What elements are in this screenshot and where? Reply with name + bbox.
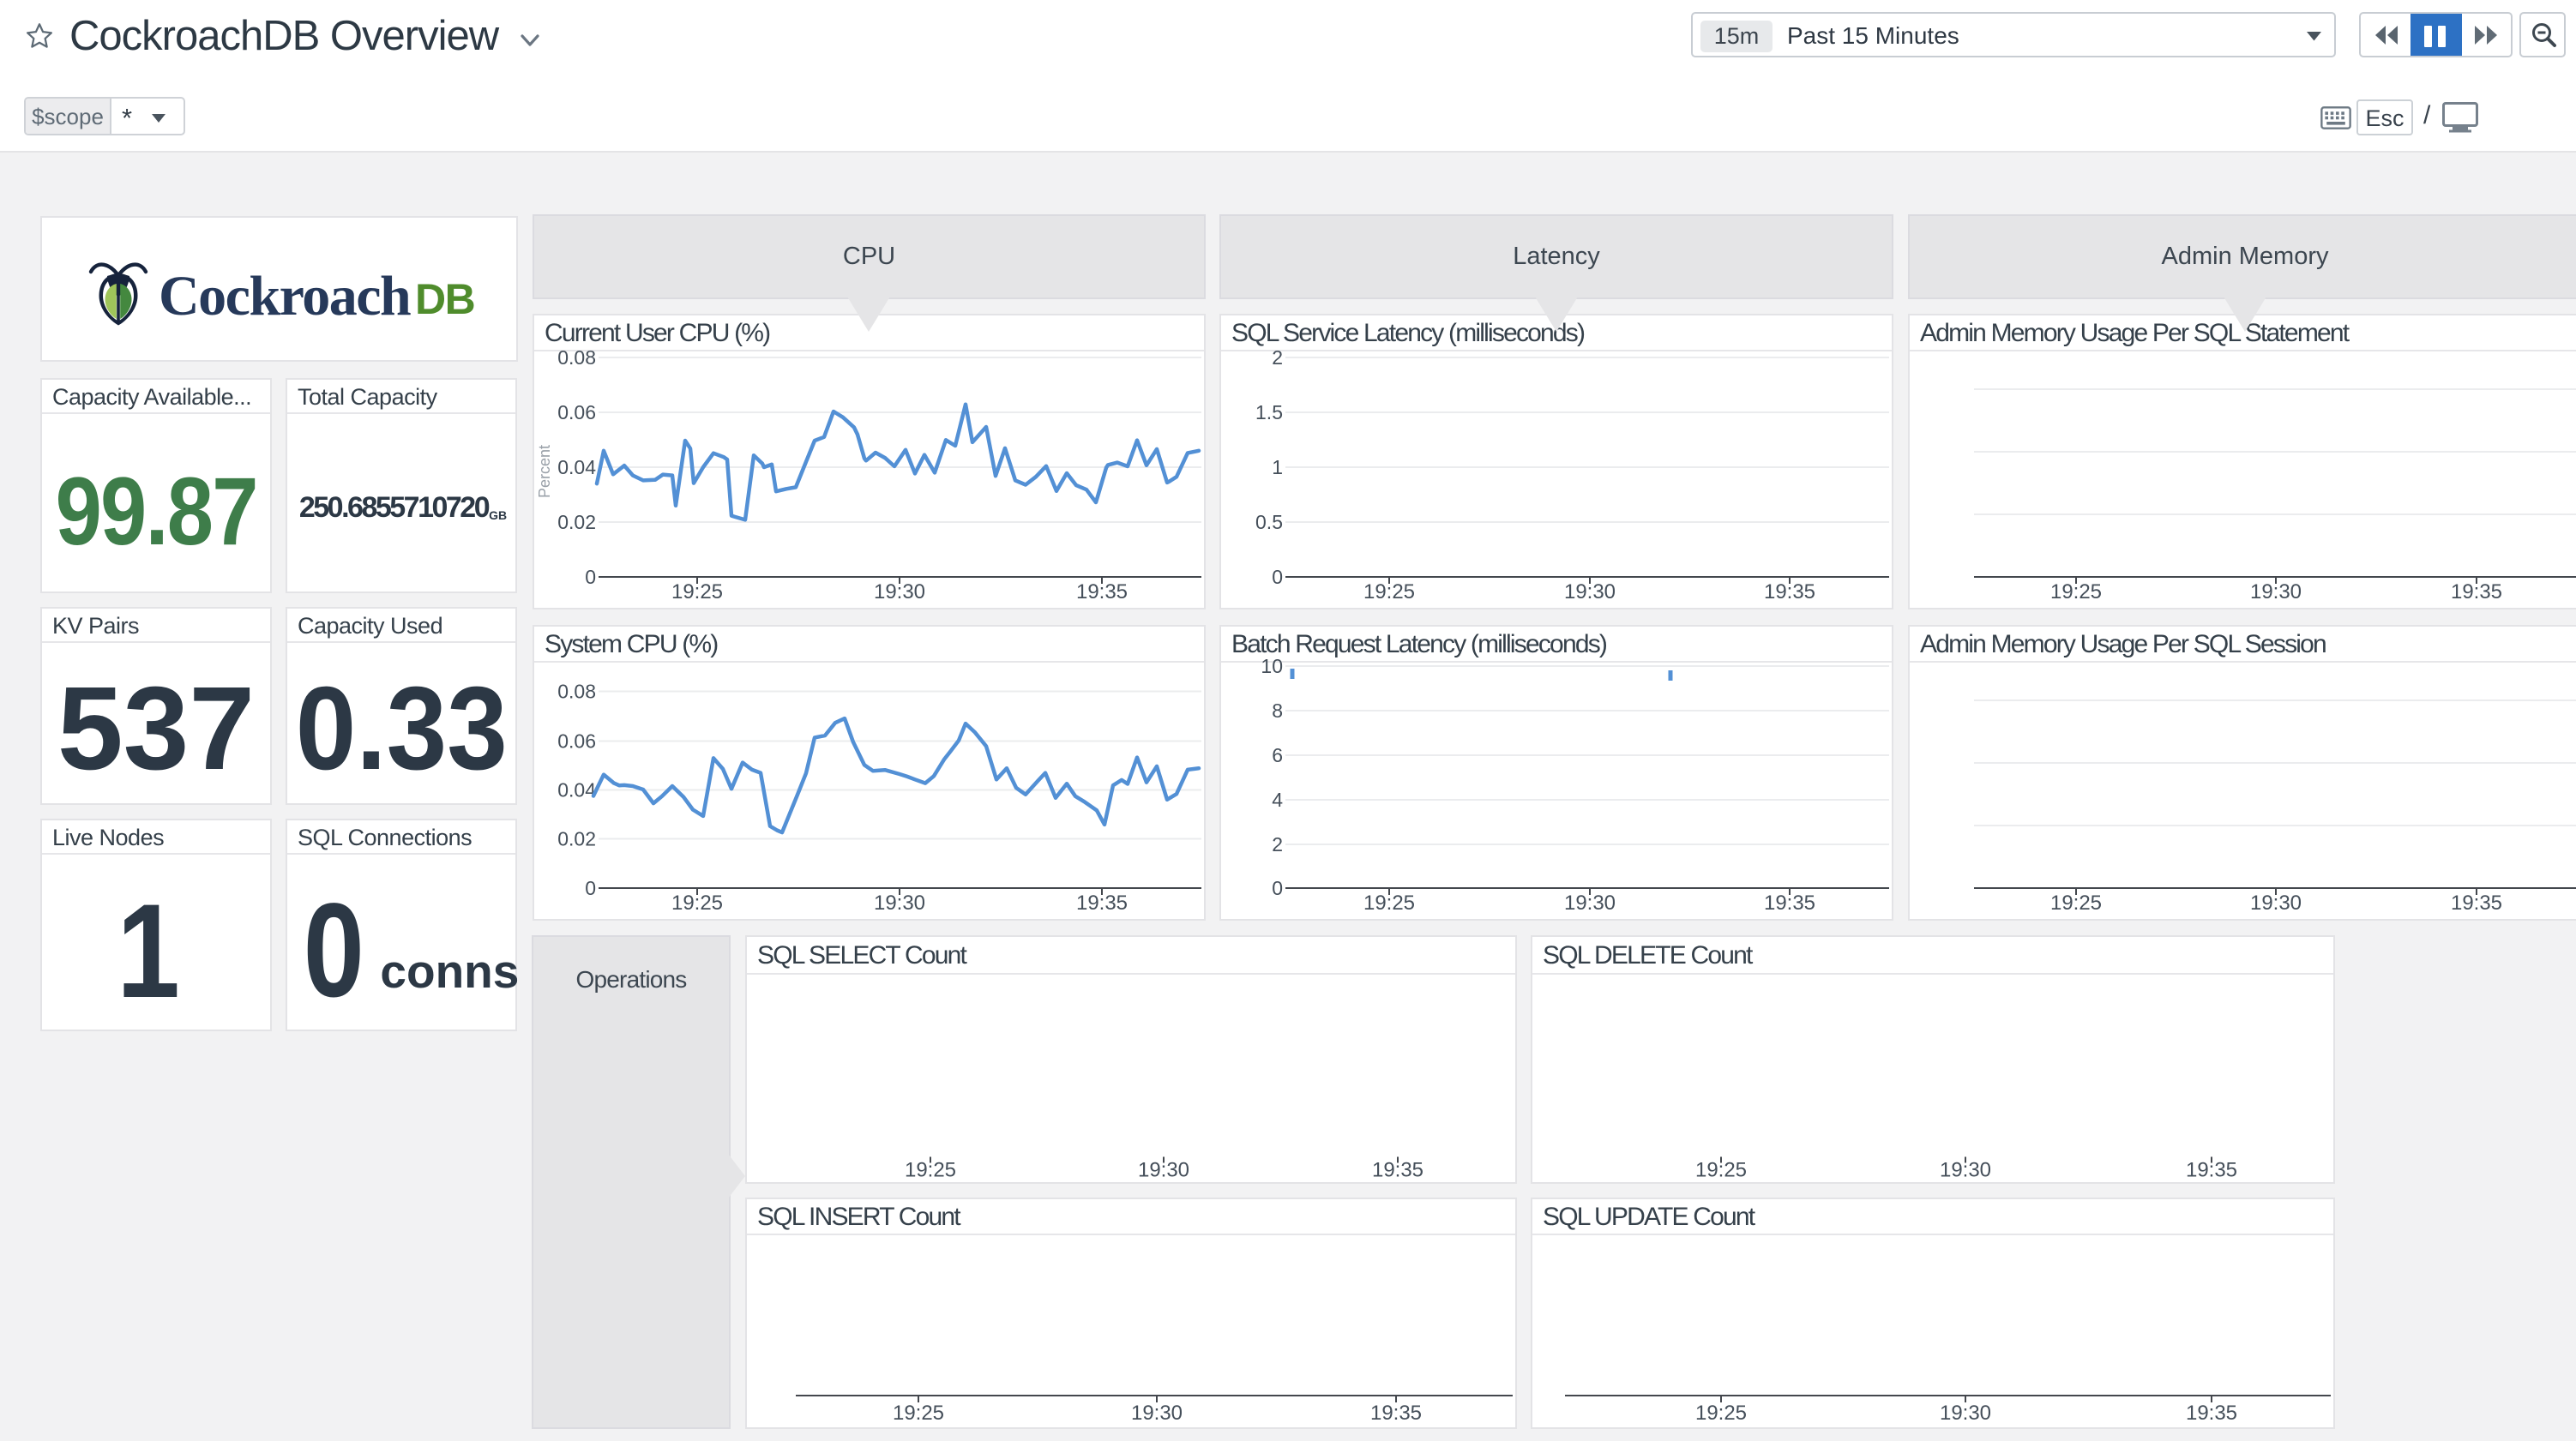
svg-text:19:30: 19:30 — [874, 580, 925, 603]
svg-text:0.5: 0.5 — [1255, 511, 1283, 533]
svg-text:0: 0 — [585, 566, 596, 588]
svg-text:0.06: 0.06 — [557, 730, 596, 753]
svg-text:19:30: 19:30 — [1138, 1159, 1189, 1182]
svg-text:19:30: 19:30 — [1940, 1159, 1991, 1182]
svg-text:0.06: 0.06 — [557, 401, 596, 423]
svg-text:0: 0 — [1272, 566, 1283, 588]
svg-text:19:30: 19:30 — [2250, 580, 2302, 603]
svg-text:19:25: 19:25 — [1695, 1402, 1747, 1425]
svg-text:19:30: 19:30 — [1940, 1402, 1991, 1425]
svg-text:0.02: 0.02 — [557, 511, 596, 533]
svg-text:0.04: 0.04 — [557, 456, 596, 478]
svg-text:19:30: 19:30 — [874, 892, 925, 915]
svg-text:19:30: 19:30 — [1131, 1402, 1183, 1425]
svg-text:19:25: 19:25 — [1363, 580, 1415, 603]
svg-text:19:35: 19:35 — [2451, 892, 2502, 915]
svg-text:10: 10 — [1261, 655, 1283, 677]
svg-text:2: 2 — [1272, 346, 1283, 369]
svg-text:0.02: 0.02 — [557, 828, 596, 850]
svg-text:19:25: 19:25 — [671, 580, 723, 603]
svg-text:4: 4 — [1272, 789, 1283, 811]
svg-text:19:35: 19:35 — [2186, 1159, 2237, 1182]
svg-text:19:25: 19:25 — [1363, 892, 1415, 915]
svg-text:19:35: 19:35 — [2186, 1402, 2237, 1425]
svg-text:6: 6 — [1272, 744, 1283, 766]
svg-text:1.5: 1.5 — [1255, 401, 1283, 423]
svg-text:8: 8 — [1272, 699, 1283, 722]
svg-text:19:35: 19:35 — [1764, 892, 1815, 915]
svg-text:1: 1 — [1272, 456, 1283, 478]
svg-text:19:25: 19:25 — [671, 892, 723, 915]
svg-text:Percent: Percent — [536, 445, 553, 498]
svg-text:19:25: 19:25 — [2050, 892, 2102, 915]
svg-text:2: 2 — [1272, 833, 1283, 856]
svg-text:19:25: 19:25 — [1695, 1159, 1747, 1182]
svg-text:19:25: 19:25 — [2050, 580, 2102, 603]
svg-text:19:35: 19:35 — [1370, 1402, 1422, 1425]
svg-text:19:35: 19:35 — [1764, 580, 1815, 603]
svg-text:19:30: 19:30 — [1564, 580, 1616, 603]
svg-text:0: 0 — [1272, 877, 1283, 899]
svg-text:19:35: 19:35 — [1372, 1159, 1423, 1182]
svg-text:19:35: 19:35 — [1076, 580, 1128, 603]
svg-text:19:35: 19:35 — [2451, 580, 2502, 603]
svg-text:0: 0 — [585, 877, 596, 899]
svg-text:19:30: 19:30 — [1564, 892, 1616, 915]
svg-text:19:25: 19:25 — [893, 1402, 944, 1425]
svg-text:19:25: 19:25 — [905, 1159, 956, 1182]
svg-text:0.08: 0.08 — [557, 681, 596, 703]
svg-text:0.08: 0.08 — [557, 346, 596, 369]
svg-text:0.04: 0.04 — [557, 779, 596, 802]
svg-text:19:30: 19:30 — [2250, 892, 2302, 915]
svg-text:19:35: 19:35 — [1076, 892, 1128, 915]
